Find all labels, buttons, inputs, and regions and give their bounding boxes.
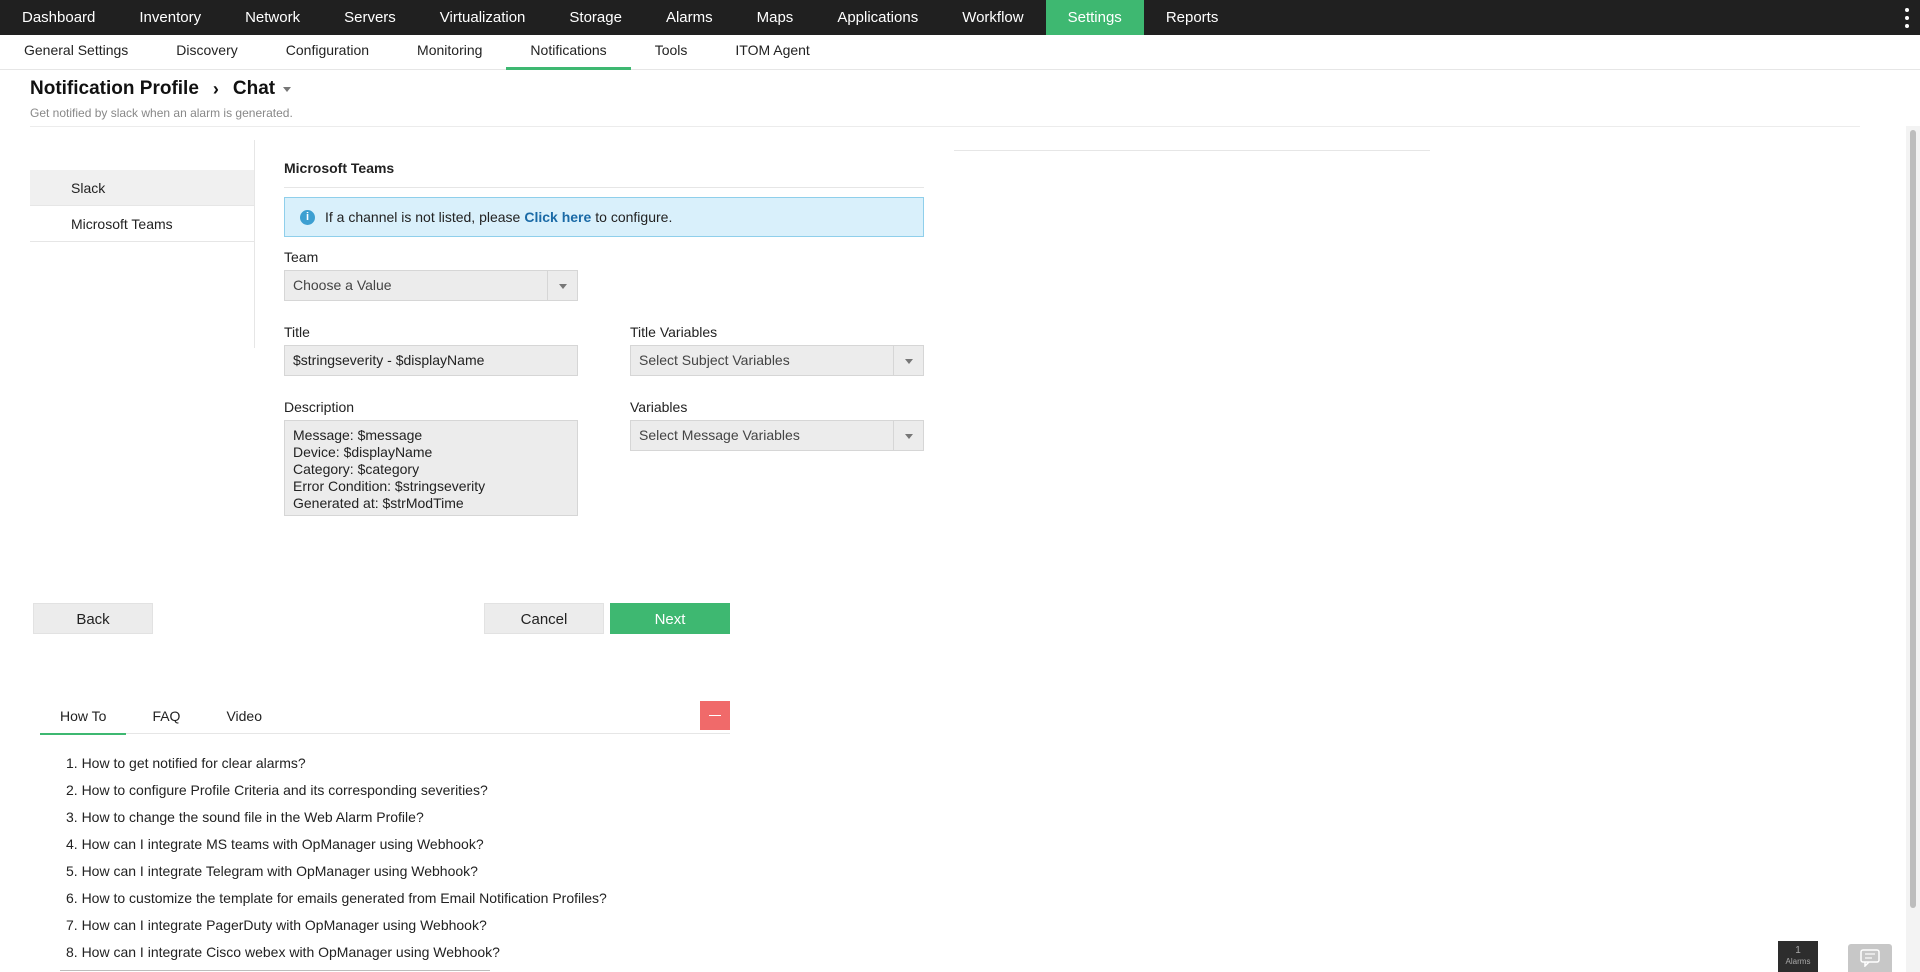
sub-nav-general-settings[interactable]: General Settings xyxy=(0,35,152,70)
description-textarea[interactable]: Message: $message Device: $displayName C… xyxy=(284,420,578,516)
alarm-count: 1 xyxy=(1795,945,1801,956)
description-line: Message: $message xyxy=(293,427,423,443)
channel-item-slack[interactable]: Slack xyxy=(30,170,255,206)
page-subtitle: Get notified by slack when an alarm is g… xyxy=(30,106,293,120)
chevron-down-icon[interactable] xyxy=(283,86,292,92)
sub-nav: General Settings Discovery Configuration… xyxy=(0,35,1920,70)
how-to-item[interactable]: 6. How to customize the template for ema… xyxy=(66,889,766,907)
how-to-item[interactable]: 7. How can I integrate PagerDuty with Op… xyxy=(66,916,766,934)
sub-nav-configuration[interactable]: Configuration xyxy=(262,35,393,70)
info-text-after: to configure. xyxy=(595,209,673,225)
alarm-widget[interactable]: 1 Alarms xyxy=(1778,941,1818,972)
bottom-divider xyxy=(60,970,490,971)
title-variables-label: Title Variables xyxy=(630,324,718,340)
page-scrollbar[interactable] xyxy=(1906,126,1920,972)
sub-nav-notifications[interactable]: Notifications xyxy=(506,35,631,70)
kebab-menu-icon[interactable] xyxy=(1904,8,1910,28)
sub-nav-itom-agent[interactable]: ITOM Agent xyxy=(711,35,833,70)
channel-list: Slack Microsoft Teams xyxy=(30,170,255,242)
how-to-item[interactable]: 4. How can I integrate MS teams with OpM… xyxy=(66,835,766,853)
info-banner: i If a channel is not listed, please Cli… xyxy=(284,197,924,237)
team-select-value: Choose a Value xyxy=(293,277,392,293)
how-to-item[interactable]: 5. How can I integrate Telegram with OpM… xyxy=(66,862,766,880)
how-to-item[interactable]: 3. How to change the sound file in the W… xyxy=(66,808,766,826)
chevron-down-icon[interactable] xyxy=(893,346,923,375)
alarm-label: Alarms xyxy=(1785,957,1811,966)
minimize-icon[interactable] xyxy=(700,701,730,730)
cancel-button[interactable]: Cancel xyxy=(484,603,604,634)
chat-icon[interactable] xyxy=(1848,944,1892,972)
help-tabs: How To FAQ Video xyxy=(40,700,730,735)
chat-icon-glyph xyxy=(1860,949,1880,967)
top-nav-network[interactable]: Network xyxy=(223,0,322,35)
tab-how-to[interactable]: How To xyxy=(40,700,127,735)
next-button[interactable]: Next xyxy=(610,603,730,634)
channel-divider xyxy=(254,140,255,348)
description-line: Error Condition: $stringseverity xyxy=(293,478,486,494)
chevron-down-icon[interactable] xyxy=(893,421,923,450)
tab-video[interactable]: Video xyxy=(206,700,282,734)
breadcrumb-current[interactable]: Chat xyxy=(233,78,275,100)
description-line: Category: $category xyxy=(293,461,420,477)
header-divider xyxy=(30,126,1860,127)
sub-nav-monitoring[interactable]: Monitoring xyxy=(393,35,506,70)
sub-nav-discovery[interactable]: Discovery xyxy=(152,35,261,70)
top-nav-inventory[interactable]: Inventory xyxy=(117,0,223,35)
title-variables-value: Select Subject Variables xyxy=(639,352,790,368)
top-nav-settings[interactable]: Settings xyxy=(1045,0,1144,35)
channel-item-microsoft-teams[interactable]: Microsoft Teams xyxy=(30,206,255,242)
top-nav-reports[interactable]: Reports xyxy=(1144,0,1241,35)
top-nav-servers[interactable]: Servers xyxy=(322,0,418,35)
chevron-right-icon: › xyxy=(212,78,219,99)
message-variables-select[interactable]: Select Message Variables xyxy=(630,420,924,451)
description-line: Device: $displayName xyxy=(293,444,433,460)
chevron-down-icon[interactable] xyxy=(547,271,577,300)
description-label: Description xyxy=(284,399,355,415)
variables-label: Variables xyxy=(630,399,688,415)
how-to-item[interactable]: 2. How to configure Profile Criteria and… xyxy=(66,781,766,799)
info-icon: i xyxy=(300,209,315,225)
configure-channel-link[interactable]: Click here xyxy=(524,209,591,225)
team-label: Team xyxy=(284,249,319,265)
scrollbar-thumb[interactable] xyxy=(1910,130,1916,908)
sub-nav-tools[interactable]: Tools xyxy=(631,35,712,70)
section-divider xyxy=(284,187,924,188)
how-to-item[interactable]: 1. How to get notified for clear alarms? xyxy=(66,754,766,772)
breadcrumb-root[interactable]: Notification Profile xyxy=(30,78,199,100)
team-select[interactable]: Choose a Value xyxy=(284,270,578,301)
top-nav-applications[interactable]: Applications xyxy=(815,0,940,35)
top-nav-dashboard[interactable]: Dashboard xyxy=(0,0,117,35)
top-nav-maps[interactable]: Maps xyxy=(735,0,816,35)
title-variables-select[interactable]: Select Subject Variables xyxy=(630,345,924,376)
top-nav-virtualization[interactable]: Virtualization xyxy=(418,0,548,35)
top-nav-alarms[interactable]: Alarms xyxy=(644,0,735,35)
info-text-before: If a channel is not listed, please xyxy=(325,209,521,225)
how-to-list: 1. How to get notified for clear alarms?… xyxy=(66,754,766,970)
title-label: Title xyxy=(284,324,310,340)
description-line: Generated at: $strModTime xyxy=(293,495,464,511)
message-variables-value: Select Message Variables xyxy=(639,427,800,443)
top-nav: Dashboard Inventory Network Servers Virt… xyxy=(0,0,1920,35)
breadcrumb: Notification Profile › Chat xyxy=(30,78,293,100)
tab-faq[interactable]: FAQ xyxy=(132,700,200,734)
top-nav-storage[interactable]: Storage xyxy=(547,0,644,35)
title-input[interactable]: $stringseverity - $displayName xyxy=(284,345,578,376)
right-panel-divider xyxy=(954,150,1430,151)
how-to-item[interactable]: 8. How can I integrate Cisco webex with … xyxy=(66,943,766,961)
top-nav-workflow[interactable]: Workflow xyxy=(940,0,1045,35)
section-title: Microsoft Teams xyxy=(284,160,395,176)
page-header: Notification Profile › Chat Get notified… xyxy=(30,78,293,120)
back-button[interactable]: Back xyxy=(33,603,153,634)
